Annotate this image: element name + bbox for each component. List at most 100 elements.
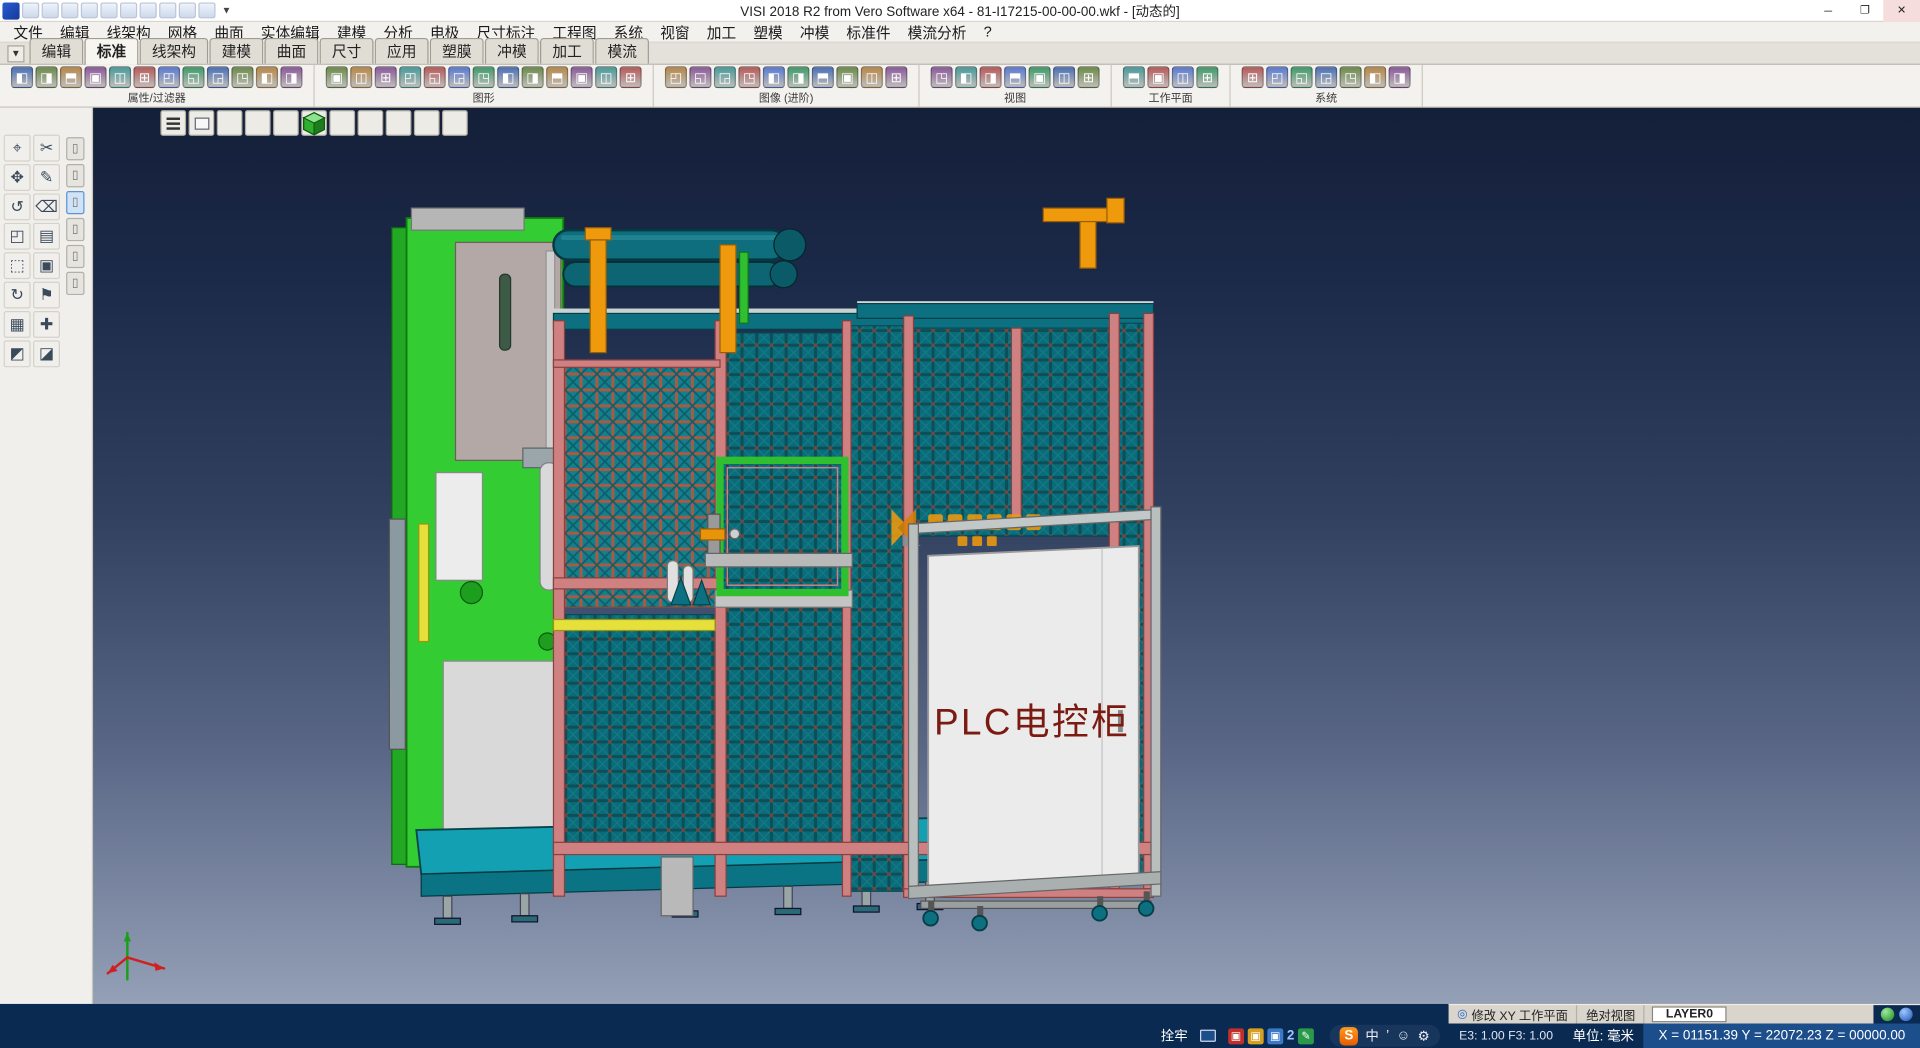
left-tool-icon-7[interactable]: ▤ [33, 223, 60, 250]
orange-duct[interactable] [1043, 198, 1124, 268]
ribbon-icon-5-3[interactable]: ◲ [1315, 66, 1337, 88]
minimize-button[interactable]: ─ [1810, 0, 1847, 21]
ribbon-icon-3-1[interactable]: ◧ [955, 66, 977, 88]
ribbon-icon-3-3[interactable]: ⬒ [1004, 66, 1026, 88]
ime-punct-toggle[interactable]: ’ [1386, 1028, 1389, 1043]
ribbon-icon-1-10[interactable]: ▣ [571, 66, 593, 88]
ribbon-icon-2-3[interactable]: ◳ [738, 66, 760, 88]
left-tool-icon-5[interactable]: ⌫ [33, 193, 60, 220]
left-tool-icon-15[interactable]: ◪ [33, 340, 60, 367]
tab-曲面[interactable]: 曲面 [265, 38, 319, 64]
redo-icon[interactable] [179, 2, 196, 18]
status-chip-red-icon[interactable]: ▣ [1228, 1028, 1244, 1044]
ribbon-icon-3-5[interactable]: ◫ [1053, 66, 1075, 88]
viewport-3d[interactable]: PLC电控柜 [93, 108, 1920, 1004]
workplane-indicator[interactable]: ◎ 修改 XY 工作平面 [1449, 1005, 1578, 1023]
left-tool-icon-3[interactable]: ✎ [33, 164, 60, 191]
ribbon-icon-1-2[interactable]: ⊞ [375, 66, 397, 88]
world-sphere-icon[interactable] [1899, 1008, 1912, 1021]
ribbon-icon-0-8[interactable]: ◲ [207, 66, 229, 88]
ribbon-icon-2-5[interactable]: ◨ [787, 66, 809, 88]
left-tool-icon-0[interactable]: ⌖ [4, 135, 31, 162]
ribbon-icon-0-9[interactable]: ◳ [231, 66, 253, 88]
ribbon-icon-2-9[interactable]: ⊞ [885, 66, 907, 88]
help-icon[interactable] [198, 2, 215, 18]
left-clipboard-icon-2[interactable]: ▯ [66, 191, 84, 214]
export-icon[interactable] [100, 2, 117, 18]
left-tool-icon-9[interactable]: ▣ [33, 252, 60, 279]
ribbon-icon-1-6[interactable]: ◳ [473, 66, 495, 88]
save-file-icon[interactable] [61, 2, 78, 18]
quick-access-caret-icon[interactable]: ▼ [218, 5, 235, 16]
left-clipboard-icon-5[interactable]: ▯ [66, 272, 84, 295]
ribbon-icon-1-1[interactable]: ◫ [350, 66, 372, 88]
plc-cabinet[interactable]: PLC电控柜 [909, 507, 1161, 931]
tab-线架构[interactable]: 线架构 [140, 38, 209, 64]
left-clipboard-icon-3[interactable]: ▯ [66, 218, 84, 241]
menu-item-视窗[interactable]: 视窗 [652, 21, 699, 42]
ribbon-icon-1-0[interactable]: ▣ [326, 66, 348, 88]
left-clipboard-icon-0[interactable]: ▯ [66, 137, 84, 160]
new-file-icon[interactable] [22, 2, 39, 18]
menu-item-?[interactable]: ? [975, 23, 1000, 40]
ribbon-icon-1-7[interactable]: ◧ [497, 66, 519, 88]
screen-icon[interactable] [1200, 1030, 1216, 1042]
ime-emoji-icon[interactable]: ☺ [1397, 1028, 1411, 1043]
ribbon-icon-2-0[interactable]: ◰ [665, 66, 687, 88]
undo-icon[interactable] [159, 2, 176, 18]
ribbon-icon-4-1[interactable]: ▣ [1147, 66, 1169, 88]
left-tool-icon-1[interactable]: ✂ [33, 135, 60, 162]
ribbon-icon-3-2[interactable]: ◨ [980, 66, 1002, 88]
lock-label[interactable]: 拴牢 [1155, 1026, 1194, 1046]
tab-应用[interactable]: 应用 [375, 38, 429, 64]
ribbon-icon-5-1[interactable]: ◰ [1266, 66, 1288, 88]
green-machine-body[interactable] [389, 208, 578, 867]
ribbon-icon-0-2[interactable]: ⬒ [60, 66, 82, 88]
tab-overflow-caret-icon[interactable]: ▼ [7, 45, 24, 62]
ribbon-icon-4-2[interactable]: ◫ [1172, 66, 1194, 88]
ribbon-icon-0-0[interactable]: ◧ [11, 66, 33, 88]
ribbon-icon-3-6[interactable]: ⊞ [1078, 66, 1100, 88]
ribbon-icon-1-9[interactable]: ⬒ [546, 66, 568, 88]
ribbon-icon-0-11[interactable]: ◨ [280, 66, 302, 88]
tab-冲模[interactable]: 冲模 [485, 38, 539, 64]
ribbon-icon-2-8[interactable]: ◫ [861, 66, 883, 88]
ribbon-icon-1-12[interactable]: ⊞ [620, 66, 642, 88]
snap-sphere-icon[interactable] [1881, 1008, 1894, 1021]
ribbon-icon-2-6[interactable]: ⬒ [812, 66, 834, 88]
ribbon-icon-0-7[interactable]: ◱ [182, 66, 204, 88]
ribbon-icon-1-8[interactable]: ◨ [522, 66, 544, 88]
ribbon-icon-5-0[interactable]: ⊞ [1242, 66, 1264, 88]
menu-item-标准件[interactable]: 标准件 [838, 21, 899, 42]
ribbon-icon-1-5[interactable]: ◲ [448, 66, 470, 88]
ribbon-icon-0-10[interactable]: ◧ [256, 66, 278, 88]
tab-标准[interactable]: 标准 [85, 38, 139, 65]
machine-model[interactable]: PLC电控柜 [93, 108, 1920, 1004]
ribbon-icon-0-5[interactable]: ⊞ [133, 66, 155, 88]
left-tool-icon-12[interactable]: ▦ [4, 311, 31, 338]
ribbon-icon-0-6[interactable]: ◰ [158, 66, 180, 88]
maximize-button[interactable]: ❐ [1847, 0, 1884, 21]
ribbon-icon-3-0[interactable]: ◳ [931, 66, 953, 88]
ribbon-icon-5-2[interactable]: ◱ [1291, 66, 1313, 88]
menu-item-模流分析[interactable]: 模流分析 [899, 21, 975, 42]
left-tool-icon-2[interactable]: ✥ [4, 164, 31, 191]
ribbon-icon-1-11[interactable]: ◫ [595, 66, 617, 88]
ribbon-icon-2-7[interactable]: ▣ [836, 66, 858, 88]
left-clipboard-icon-1[interactable]: ▯ [66, 164, 84, 187]
layer-selector[interactable]: LAYER0 [1652, 1006, 1726, 1022]
ribbon-icon-2-2[interactable]: ◲ [714, 66, 736, 88]
status-chip-blue-icon[interactable]: ▣ [1267, 1028, 1283, 1044]
print-icon[interactable] [120, 2, 137, 18]
tab-加工[interactable]: 加工 [540, 38, 594, 64]
ribbon-icon-0-1[interactable]: ◨ [36, 66, 58, 88]
ribbon-icon-1-3[interactable]: ◰ [399, 66, 421, 88]
left-tool-icon-11[interactable]: ⚑ [33, 282, 60, 309]
menu-item-塑模[interactable]: 塑模 [745, 21, 792, 42]
view-mode-indicator[interactable]: 绝对视图 [1578, 1005, 1645, 1023]
menu-item-加工[interactable]: 加工 [698, 21, 745, 42]
ribbon-icon-5-4[interactable]: ◳ [1340, 66, 1362, 88]
left-tool-icon-4[interactable]: ↺ [4, 193, 31, 220]
ribbon-icon-0-4[interactable]: ◫ [109, 66, 131, 88]
left-tool-icon-8[interactable]: ⬚ [4, 252, 31, 279]
